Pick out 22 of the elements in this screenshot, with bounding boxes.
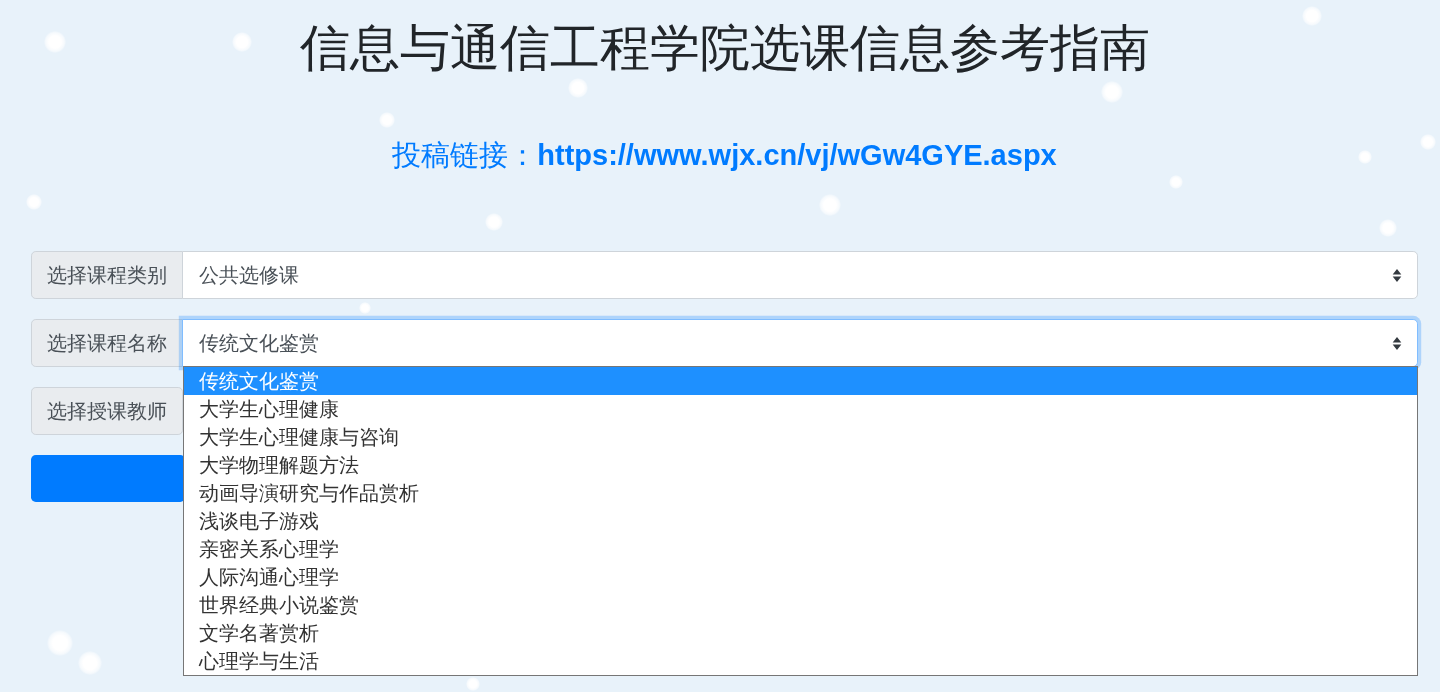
select-field[interactable]: 公共选修课 (182, 251, 1418, 299)
dropdown-option[interactable]: 大学生心理健康 (184, 395, 1417, 423)
input-label: 选择授课教师 (31, 387, 183, 435)
dropdown-option[interactable]: 亲密关系心理学 (184, 535, 1417, 563)
updown-caret-icon (1392, 268, 1402, 282)
input-label: 选择课程类别 (31, 251, 183, 299)
select-field[interactable]: 传统文化鉴赏 (182, 319, 1418, 367)
updown-caret-icon (1392, 336, 1402, 350)
dropdown-option[interactable]: 浅谈电子游戏 (184, 507, 1417, 535)
snow-dot-icon (359, 302, 371, 314)
dropdown-option[interactable]: 世界经典小说鉴赏 (184, 591, 1417, 619)
dropdown-option[interactable]: 人际沟通心理学 (184, 563, 1417, 591)
dropdown-option[interactable]: 大学物理解题方法 (184, 451, 1417, 479)
dropdown-option[interactable]: 大学生心理健康与咨询 (184, 423, 1417, 451)
page-title: 信息与通信工程学院选课信息参考指南 (299, 18, 1150, 78)
input-label: 选择课程名称 (31, 319, 183, 367)
submission-link-heading: 投稿链接：https://www.wjx.cn/vj/wGw4GYE.aspx (392, 138, 1057, 173)
dropdown-option[interactable]: 动画导演研究与作品赏析 (184, 479, 1417, 507)
dropdown-option[interactable]: 文学名著赏析 (184, 619, 1417, 647)
dropdown-option[interactable]: 心理学与生活 (184, 647, 1417, 675)
primary-button[interactable] (31, 455, 185, 502)
snow-dot-icon (466, 677, 480, 691)
